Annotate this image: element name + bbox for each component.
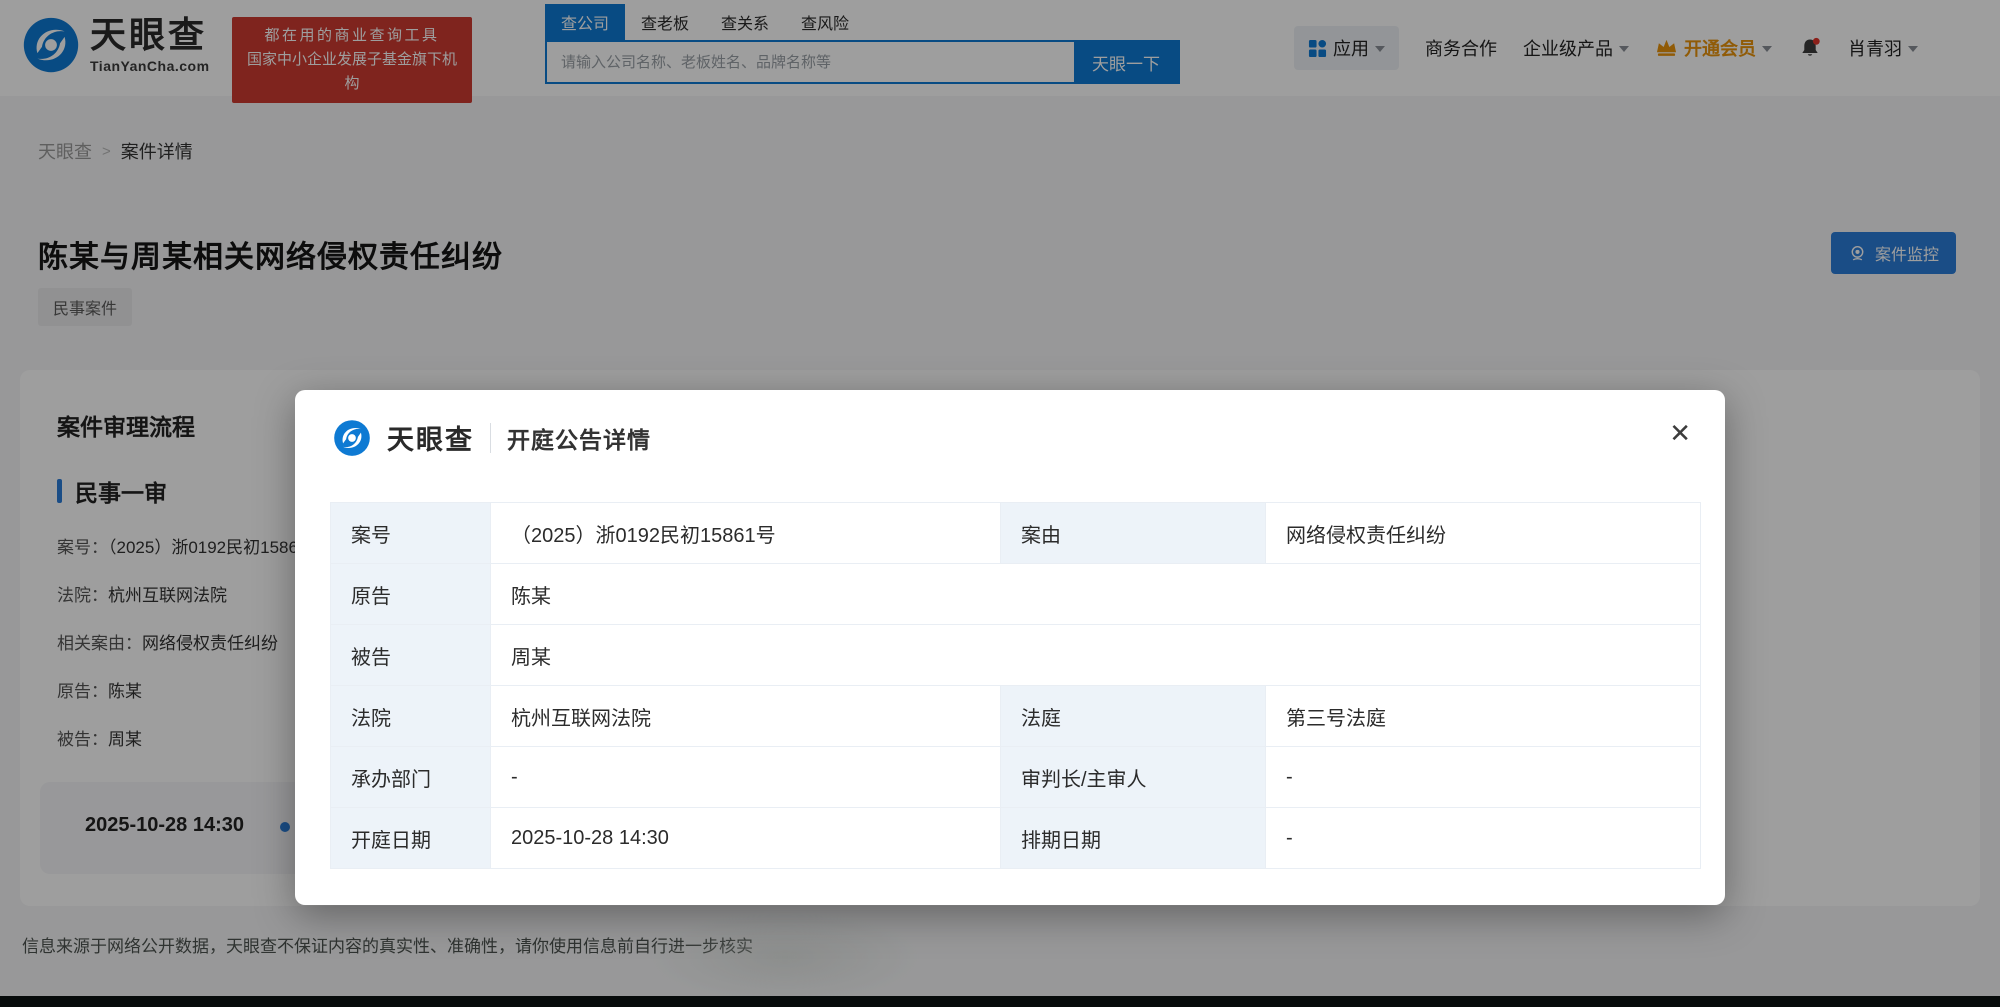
table-row: 法院 杭州互联网法院 法庭 第三号法庭 [330, 685, 1701, 747]
table-label-cell: 被告 [330, 624, 491, 686]
table-value-cell: 陈某 [490, 563, 1701, 625]
table-value-cell: 网络侵权责任纠纷 [1265, 502, 1701, 564]
table-value-cell: 周某 [490, 624, 1701, 686]
table-label-cell: 审判长/主审人 [1000, 746, 1266, 808]
modal-header: 天眼查 开庭公告详情 [333, 418, 651, 457]
table-row: 案号 （2025）浙0192民初15861号 案由 网络侵权责任纠纷 [330, 502, 1701, 564]
table-label-cell: 法院 [330, 685, 491, 747]
table-row: 承办部门 - 审判长/主审人 - [330, 746, 1701, 808]
table-value-cell: 第三号法庭 [1265, 685, 1701, 747]
table-value-cell: - [1265, 807, 1701, 869]
page: 天眼查 TianYanCha.com 都在用的商业查询工具 国家中小企业发展子基… [0, 0, 2000, 1007]
table-row: 原告 陈某 [330, 563, 1701, 625]
table-value-cell: 2025-10-28 14:30 [490, 807, 1001, 869]
table-value-cell: （2025）浙0192民初15861号 [490, 502, 1001, 564]
table-label-cell: 原告 [330, 563, 491, 625]
close-icon[interactable]: ✕ [1669, 420, 1691, 446]
table-label-cell: 排期日期 [1000, 807, 1266, 869]
table-label-cell: 案号 [330, 502, 491, 564]
table-label-cell: 承办部门 [330, 746, 491, 808]
modal-title: 开庭公告详情 [507, 426, 651, 453]
table-label-cell: 法庭 [1000, 685, 1266, 747]
table-value-cell: - [490, 746, 1001, 808]
modal-brand-name: 天眼查 [387, 425, 474, 455]
modal-table-body: 案号 （2025）浙0192民初15861号 案由 网络侵权责任纠纷 原告 陈某 被告 周某法… [330, 502, 1701, 869]
table-row: 开庭日期 2025-10-28 14:30 排期日期 - [330, 807, 1701, 869]
table-label-cell: 开庭日期 [330, 807, 491, 869]
table-value-cell: 杭州互联网法院 [490, 685, 1001, 747]
hearing-detail-table: 案号 （2025）浙0192民初15861号 案由 网络侵权责任纠纷 原告 陈某 被告 周某法… [330, 502, 1701, 869]
divider [490, 422, 491, 453]
table-label-cell: 案由 [1000, 502, 1266, 564]
table-value-cell: - [1265, 746, 1701, 808]
hearing-detail-modal: 天眼查 开庭公告详情 ✕ 案号 （2025）浙0192民初15861号 案由 网络侵权… [295, 390, 1725, 905]
table-row: 被告 周某 [330, 624, 1701, 686]
tianyancha-logo-icon [334, 419, 370, 456]
